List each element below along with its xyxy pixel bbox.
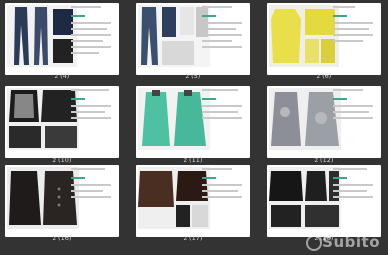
thumbnail-caption: z (5) [185, 72, 201, 80]
thumbnail-caption: z (16) [52, 234, 72, 242]
thumbnail-grid: z (4) z (5) z (6) z (10) z (11) z (12) z… [0, 0, 388, 255]
thumbnail-z5[interactable] [136, 3, 250, 75]
listing-detail-text [333, 168, 377, 230]
yellow-jacket-photo [269, 5, 339, 67]
thumbnail-z4[interactable] [5, 3, 119, 75]
thumbnail-z18[interactable] [267, 165, 381, 237]
thumbnail-z12[interactable] [267, 86, 381, 158]
thumbnail-z17[interactable] [136, 165, 250, 237]
thumbnail-caption: z (10) [52, 156, 72, 164]
print-dress-photo [269, 88, 341, 150]
jeans-photo [138, 5, 210, 67]
thumbnail-z16[interactable] [5, 165, 119, 237]
jeans-photo [7, 5, 77, 67]
thumbnail-z11[interactable] [136, 86, 250, 158]
thumbnail-z6[interactable] [267, 3, 381, 75]
listing-detail-text [71, 6, 115, 68]
listing-detail-text [333, 89, 377, 151]
black-cardigan-photo [269, 167, 341, 229]
thumbnail-z10[interactable] [5, 86, 119, 158]
listing-detail-text [202, 168, 246, 230]
listing-detail-text [71, 168, 115, 230]
thumbnail-caption: z (6) [316, 72, 332, 80]
thumbnail-caption: z (4) [54, 72, 70, 80]
watermark: Subito [322, 233, 380, 251]
listing-detail-text [202, 89, 246, 151]
watermark-logo-icon [306, 235, 322, 251]
lace-dress-photo [7, 88, 79, 150]
listing-detail-text [333, 6, 377, 68]
thumbnail-caption: z (12) [314, 156, 334, 164]
listing-detail-text [71, 89, 115, 151]
brown-sweater-photo [138, 167, 210, 229]
thumbnail-caption: z (17) [183, 234, 203, 242]
green-top-photo [138, 88, 210, 150]
thumbnail-caption: z (11) [183, 156, 203, 164]
listing-detail-text [202, 6, 246, 68]
black-jacket-photo [7, 167, 79, 229]
